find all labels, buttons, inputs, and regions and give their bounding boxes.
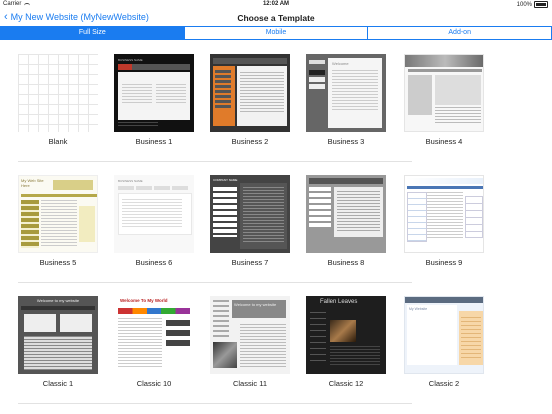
thumb-header-text: Welcome: [332, 61, 349, 66]
segment-add-on[interactable]: Add-on: [368, 27, 551, 39]
thumb-header-text: Fallen Leaves: [320, 299, 358, 305]
thumb-header-text: My Web Site Here: [21, 178, 44, 188]
template-card-business-1[interactable]: BUSINESS NAME Business 1: [114, 54, 194, 146]
thumb-header-text: Welcome to my website: [234, 302, 277, 307]
template-label: Business 1: [135, 137, 173, 146]
template-label: Business 7: [231, 258, 269, 267]
template-thumbnail: BUSINESS NAME: [114, 175, 194, 253]
page-title: Choose a Template: [237, 13, 315, 23]
battery-icon: [534, 1, 548, 8]
thumb-header-text: Welcome to my website: [36, 298, 80, 303]
template-row: My Web Site Here Business 5 BUSINESS NAM…: [0, 175, 552, 283]
template-thumbnail: Welcome to my website: [210, 296, 290, 374]
template-row: Welcome to my website Classic 1 Welcome …: [0, 296, 552, 404]
thumb-header-text: BUSINESS NAME: [118, 179, 143, 183]
template-thumbnail: [18, 54, 98, 132]
template-label: Classic 11: [232, 379, 268, 388]
template-card-business-7[interactable]: COMPANY NAME Business 7: [210, 175, 290, 267]
template-card-blank[interactable]: Blank: [18, 54, 98, 146]
template-thumbnail: Welcome to my website: [18, 296, 98, 374]
template-thumbnail: COMPANY NAME: [210, 175, 290, 253]
template-thumbnail: [404, 54, 484, 132]
segment-mobile[interactable]: Mobile: [185, 27, 369, 39]
thumb-header-text: My Website: [409, 307, 428, 311]
template-label: Business 5: [39, 258, 77, 267]
template-label: Blank: [48, 137, 68, 146]
segment-full-size[interactable]: Full Size: [1, 27, 185, 39]
template-label: Business 3: [327, 137, 365, 146]
template-category-control: Full Size Mobile Add-on: [0, 26, 552, 40]
template-thumbnail: Welcome To My World: [114, 296, 194, 374]
battery-percent: 100%: [516, 1, 532, 8]
template-label: Classic 1: [42, 379, 74, 388]
template-thumbnail: [210, 54, 290, 132]
template-card-business-3[interactable]: Welcome Business 3: [306, 54, 386, 146]
template-label: Business 2: [231, 137, 269, 146]
template-card-classic-11[interactable]: Welcome to my website Classic 11: [210, 296, 290, 388]
template-card-classic-2[interactable]: My Website Classic 2: [404, 296, 484, 388]
template-row: Blank BUSINESS NAME Business 1 Business …: [0, 54, 552, 162]
template-thumbnail: BUSINESS NAME: [114, 54, 194, 132]
template-card-classic-10[interactable]: Welcome To My World Classic 10: [114, 296, 194, 388]
template-card-business-4[interactable]: Business 4: [404, 54, 484, 146]
template-card-business-2[interactable]: Business 2: [210, 54, 290, 146]
template-label: Business 8: [327, 258, 365, 267]
template-label: Business 9: [425, 258, 463, 267]
row-divider: [18, 403, 412, 404]
template-card-business-8[interactable]: Business 8: [306, 175, 386, 267]
template-thumbnail: [306, 175, 386, 253]
thumb-header-text: Welcome To My World: [120, 298, 168, 303]
template-thumbnail: [404, 175, 484, 253]
template-thumbnail: Fallen Leaves: [306, 296, 386, 374]
template-card-business-6[interactable]: BUSINESS NAME Business 6: [114, 175, 194, 267]
template-thumbnail: My Website: [404, 296, 484, 374]
battery-indicator: 100%: [517, 1, 548, 8]
template-card-classic-1[interactable]: Welcome to my website Classic 1: [18, 296, 98, 388]
navigation-bar: ‹ My New Website (MyNewWebsite) Choose a…: [0, 10, 552, 27]
template-label: Classic 10: [136, 379, 172, 388]
thumb-header-text: BUSINESS NAME: [118, 58, 143, 62]
template-card-classic-12[interactable]: Fallen Leaves Classic 12: [306, 296, 386, 388]
row-divider: [18, 282, 412, 283]
template-card-business-9[interactable]: Business 9: [404, 175, 484, 267]
status-bar: Carrier 12:02 AM 100%: [0, 0, 552, 10]
row-divider: [18, 161, 412, 162]
template-label: Business 4: [425, 137, 463, 146]
template-card-business-5[interactable]: My Web Site Here Business 5: [18, 175, 98, 267]
template-thumbnail: Welcome: [306, 54, 386, 132]
template-label: Classic 12: [328, 379, 364, 388]
template-label: Classic 2: [428, 379, 460, 388]
clock: 12:02 AM: [262, 1, 290, 7]
template-label: Business 6: [135, 258, 173, 267]
template-thumbnail: My Web Site Here: [18, 175, 98, 253]
